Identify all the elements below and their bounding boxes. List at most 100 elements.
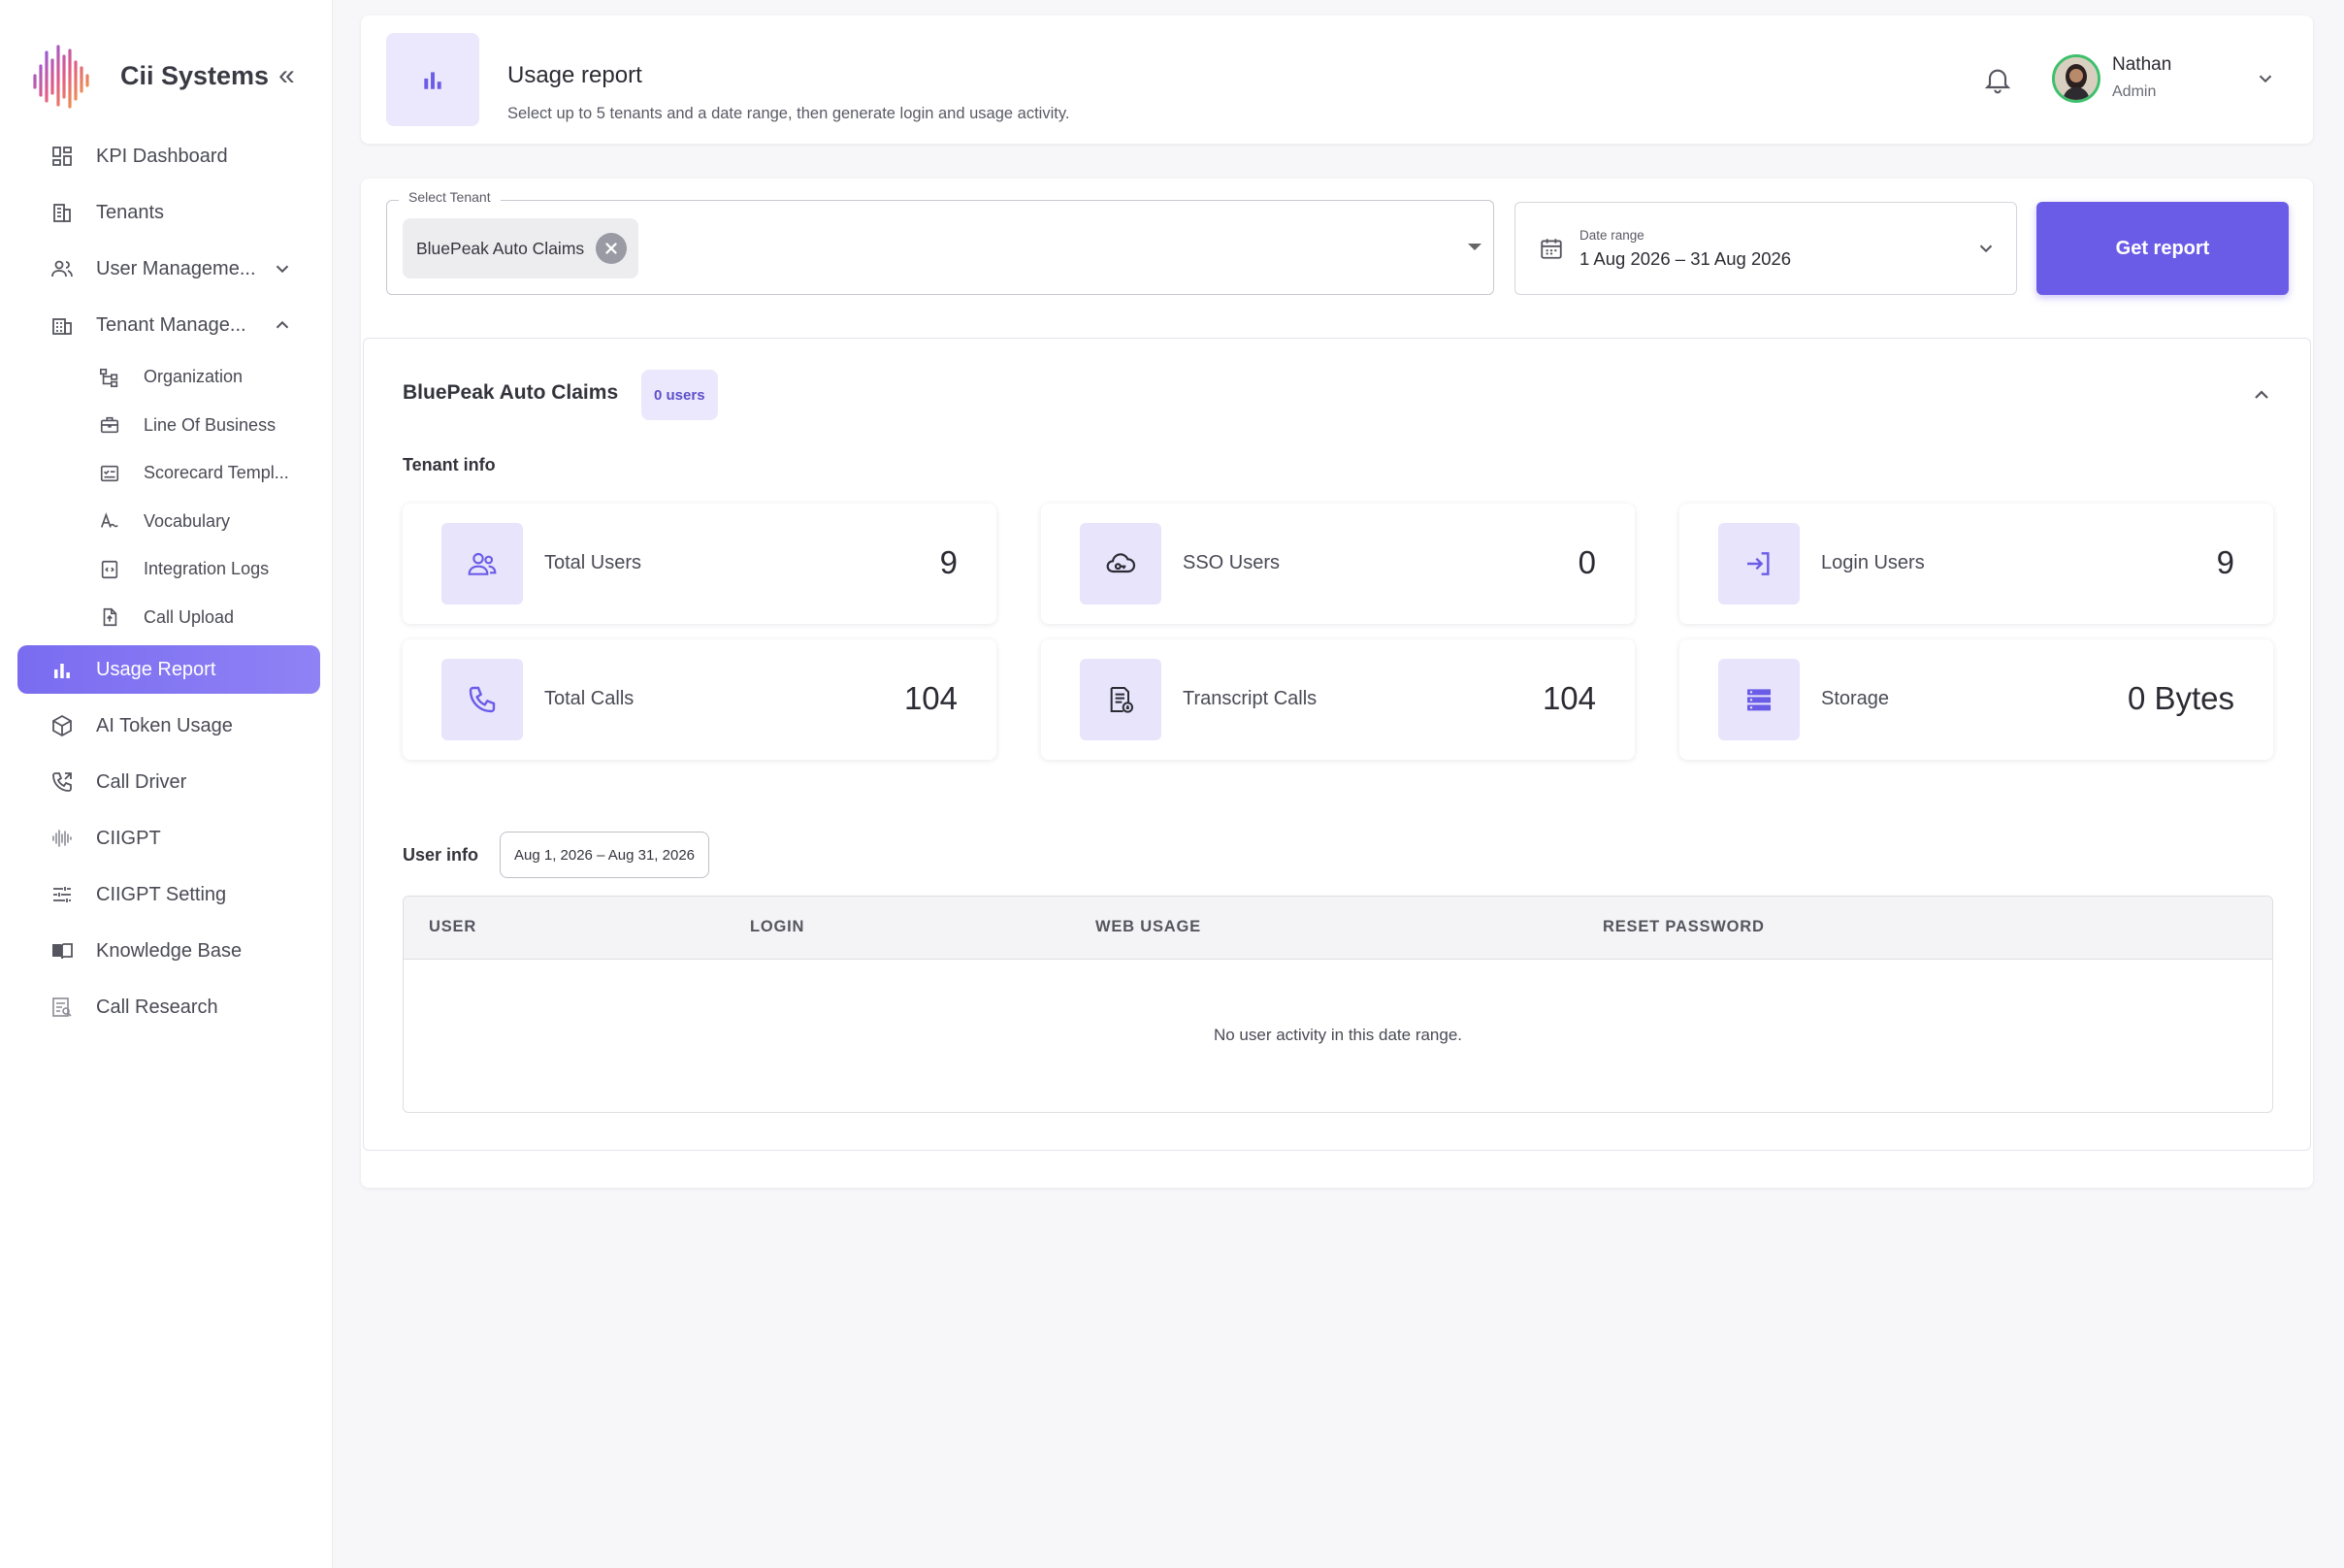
dashboard-icon (49, 143, 76, 170)
tenant-info-title: Tenant info (403, 455, 496, 474)
upload-file-icon (97, 604, 122, 630)
tenant-report-panel: BluePeak Auto Claims 0 users Tenant info… (363, 338, 2311, 1151)
date-range-picker[interactable]: Date range 1 Aug 2026 – 31 Aug 2026 (1514, 202, 2017, 295)
sidebar-item-label: CIIGPT Setting (96, 883, 227, 905)
stat-value: 9 (939, 544, 958, 580)
stat-value: 0 Bytes (2127, 680, 2234, 716)
sidebar-item-kpi-dashboard[interactable]: KPI Dashboard (0, 128, 332, 184)
page-subtitle: Select up to 5 tenants and a date range,… (507, 105, 1070, 122)
user-activity-table: USER LOGIN WEB USAGE RESET PASSWORD No u… (403, 896, 2273, 1113)
column-header-web-usage[interactable]: WEB USAGE (1095, 918, 1201, 936)
sidebar-item-label: Tenants (96, 201, 165, 223)
sidebar-item-label: Call Research (96, 996, 218, 1018)
table-empty-message: No user activity in this date range. (1213, 1026, 1463, 1044)
sidebar-item-knowledge-base[interactable]: Knowledge Base (0, 923, 332, 979)
sidebar-subitem-vocabulary[interactable]: Vocabulary (0, 498, 332, 546)
storage-icon (1718, 659, 1800, 740)
chevron-up-icon[interactable] (272, 314, 293, 336)
org-chart-icon (97, 365, 122, 390)
stat-value: 104 (1542, 680, 1596, 716)
column-header-login[interactable]: LOGIN (750, 918, 804, 936)
soundwave-icon (49, 825, 76, 852)
phone-icon (441, 659, 523, 740)
column-header-reset-password[interactable]: RESET PASSWORD (1603, 918, 1765, 936)
stat-value: 9 (2216, 544, 2234, 580)
column-header-user[interactable]: USER (429, 918, 476, 936)
date-range-label: Date range (1579, 228, 1644, 243)
stat-label: Storage (1821, 688, 1890, 709)
sidebar-subitem-label: Organization (144, 367, 244, 387)
date-range-value: 1 Aug 2026 – 31 Aug 2026 (1579, 248, 1792, 269)
research-icon (49, 994, 76, 1021)
sidebar-item-user-management[interactable]: User Manageme... (0, 241, 332, 297)
logo-icon (33, 45, 89, 109)
chevron-down-icon[interactable] (1975, 238, 1997, 259)
stat-total-calls: Total Calls 104 (403, 639, 996, 760)
avatar[interactable] (2052, 54, 2100, 103)
stat-label: Total Users (544, 552, 642, 573)
stat-sso-users: SSO Users 0 (1041, 504, 1635, 624)
tenant-select-label: Select Tenant (399, 189, 501, 205)
report-card: Select Tenant BluePeak Auto Claims Date … (361, 179, 2313, 1188)
sidebar-item-call-research[interactable]: Call Research (0, 979, 332, 1035)
sidebar-item-ciigpt[interactable]: CIIGPT (0, 810, 332, 866)
sidebar-subitem-integration-logs[interactable]: Integration Logs (0, 545, 332, 594)
tenant-icon (49, 311, 76, 339)
stat-label: Login Users (1821, 552, 1925, 573)
page-title: Usage report (507, 62, 642, 88)
code-file-icon (97, 557, 122, 582)
sidebar-item-tenants[interactable]: Tenants (0, 184, 332, 241)
user-info-title: User info (403, 845, 479, 865)
sidebar-subitem-organization[interactable]: Organization (0, 353, 332, 402)
chevron-down-icon[interactable] (272, 258, 293, 279)
users-icon (441, 523, 523, 604)
close-icon[interactable] (596, 233, 628, 264)
stat-value: 0 (1578, 544, 1596, 580)
scorecard-icon (97, 461, 122, 486)
sidebar-subitem-label: Vocabulary (144, 510, 231, 531)
bar-chart-icon (386, 33, 479, 126)
stat-value: 104 (903, 680, 958, 716)
sidebar-item-label: Tenant Manage... (96, 313, 246, 336)
sidebar-subitem-call-upload[interactable]: Call Upload (0, 594, 332, 642)
sidebar-item-label: Knowledge Base (96, 939, 243, 962)
get-report-button[interactable]: Get report (2036, 202, 2289, 295)
transcript-icon (1080, 659, 1161, 740)
sidebar-item-call-driver[interactable]: Call Driver (0, 754, 332, 810)
sidebar-item-label: Call Driver (96, 770, 187, 793)
tenant-name: BluePeak Auto Claims (403, 381, 619, 404)
sidebar-item-usage-report[interactable]: Usage Report (0, 641, 332, 698)
tenant-select[interactable]: Select Tenant BluePeak Auto Claims (386, 189, 1494, 295)
brand: Cii Systems « (31, 37, 295, 114)
sidebar-subitem-scorecard-templates[interactable]: Scorecard Templ... (0, 449, 332, 498)
sidebar-subitem-line-of-business[interactable]: Line Of Business (0, 402, 332, 450)
sidebar-item-tenant-management[interactable]: Tenant Manage... (0, 297, 332, 353)
user-info-date-range: Aug 1, 2026 – Aug 31, 2026 (500, 832, 709, 878)
stat-storage: Storage 0 Bytes (1679, 639, 2273, 760)
stat-total-users: Total Users 9 (403, 504, 996, 624)
table-header: USER LOGIN WEB USAGE RESET PASSWORD (404, 897, 2272, 960)
login-icon (1718, 523, 1800, 604)
chevron-up-icon[interactable] (2250, 383, 2273, 407)
bar-chart-icon (49, 656, 76, 683)
dropdown-caret-icon[interactable] (1468, 244, 1481, 250)
sidebar-item-label: User Manageme... (96, 257, 256, 279)
collapse-sidebar-icon[interactable]: « (278, 61, 295, 90)
cube-icon (49, 712, 76, 739)
stat-label: SSO Users (1183, 552, 1281, 573)
chevron-down-icon[interactable] (2255, 68, 2276, 89)
users-count-badge: 0 users (641, 370, 718, 420)
page-header: Usage report Select up to 5 tenants and … (361, 16, 2313, 144)
briefcase-icon (97, 412, 122, 438)
sidebar-item-ai-token-usage[interactable]: AI Token Usage (0, 698, 332, 754)
sidebar-subitem-label: Integration Logs (144, 559, 270, 579)
sidebar-item-ciigpt-setting[interactable]: CIIGPT Setting (0, 866, 332, 923)
sidebar-subitem-label: Call Upload (144, 606, 235, 627)
sidebar-item-label: CIIGPT (96, 827, 161, 849)
user-role: Admin (2112, 83, 2157, 100)
sidebar-item-label: Usage Report (96, 658, 216, 680)
phone-icon (49, 768, 76, 796)
bell-icon[interactable] (1982, 64, 2013, 95)
sidebar-subitem-label: Line Of Business (144, 414, 277, 435)
sliders-icon (49, 881, 76, 908)
